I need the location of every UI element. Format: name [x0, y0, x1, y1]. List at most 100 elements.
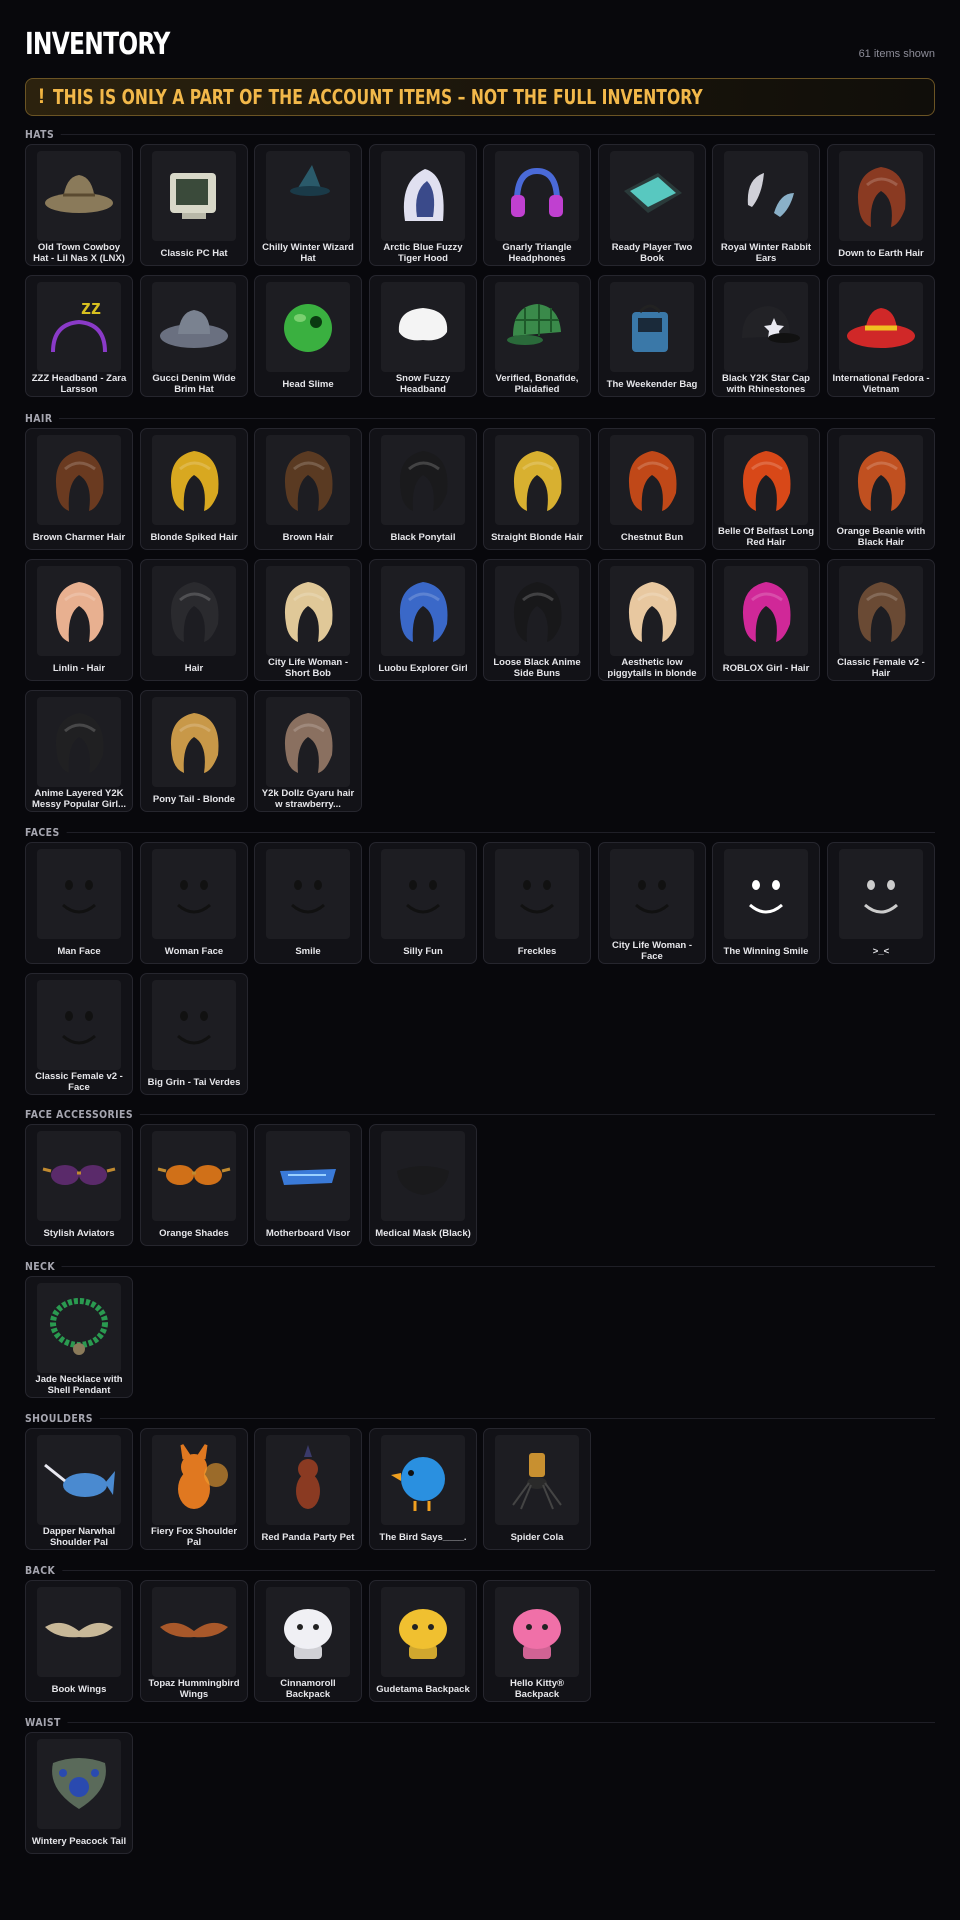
item-card[interactable]: Freckles	[483, 842, 591, 964]
item-card[interactable]: Classic Female v2 - Face	[25, 973, 133, 1095]
item-card[interactable]: Head Slime	[254, 275, 362, 397]
item-card[interactable]: Belle Of Belfast Long Red Hair	[712, 428, 820, 550]
item-card[interactable]: Hair	[140, 559, 248, 681]
item-card[interactable]: zz ZZZ Headband - Zara Larsson	[25, 275, 133, 397]
item-card[interactable]: Classic Female v2 - Hair	[827, 559, 935, 681]
face-icon	[724, 849, 808, 939]
item-card[interactable]: Pony Tail - Blonde	[140, 690, 248, 812]
backpack-icon	[266, 1587, 350, 1677]
item-card[interactable]: Jade Necklace with Shell Pendant	[25, 1276, 133, 1398]
hair-icon	[724, 566, 808, 656]
item-card[interactable]: ROBLOX Girl - Hair	[712, 559, 820, 681]
red-panda-icon	[266, 1435, 350, 1525]
item-card[interactable]: Old Town Cowboy Hat - Lil Nas X (LNX)	[25, 144, 133, 266]
item-card[interactable]: Gucci Denim Wide Brim Hat	[140, 275, 248, 397]
item-name: Hair	[184, 662, 204, 674]
item-name: City Life Woman - Face	[611, 940, 693, 962]
item-card[interactable]: Chestnut Bun	[598, 428, 706, 550]
item-name: Silly Fun	[403, 945, 443, 957]
section-title: NECK	[25, 1260, 62, 1273]
item-card[interactable]: Gnarly Triangle Headphones	[483, 144, 591, 266]
item-card[interactable]: Dapper Narwhal Shoulder Pal	[25, 1428, 133, 1550]
section-title: BACK	[25, 1564, 62, 1577]
item-card[interactable]: Orange Shades	[140, 1124, 248, 1246]
item-card[interactable]: Red Panda Party Pet	[254, 1428, 362, 1550]
item-name: Straight Blonde Hair	[491, 531, 583, 543]
item-card[interactable]: The Winning Smile	[712, 842, 820, 964]
item-card[interactable]: Silly Fun	[369, 842, 477, 964]
item-name: Verified, Bonafide, Plaidafied	[495, 373, 579, 395]
warning-icon: !	[38, 85, 45, 108]
section-divider	[25, 418, 935, 419]
item-name: Black Ponytail	[390, 531, 456, 543]
item-card[interactable]: Arctic Blue Fuzzy Tiger Hood	[369, 144, 477, 266]
item-name: Topaz Hummingbird Wings	[148, 1678, 240, 1700]
item-card[interactable]: Black Y2K Star Cap with Rhinestones	[712, 275, 820, 397]
hair-icon	[266, 435, 350, 525]
item-card[interactable]: Linlin - Hair	[25, 559, 133, 681]
face-icon	[839, 849, 923, 939]
item-card[interactable]: Verified, Bonafide, Plaidafied	[483, 275, 591, 397]
item-card[interactable]: Royal Winter Rabbit Ears	[712, 144, 820, 266]
item-card[interactable]: Stylish Aviators	[25, 1124, 133, 1246]
item-card[interactable]: Gudetama Backpack	[369, 1580, 477, 1702]
item-card[interactable]: >_<	[827, 842, 935, 964]
section-hats: HATS Old Town Cowboy Hat - Lil Nas X (LNX…	[25, 128, 935, 397]
headphones-icon	[495, 151, 579, 241]
item-name: Book Wings	[51, 1683, 107, 1695]
item-card[interactable]: Book Wings	[25, 1580, 133, 1702]
face-icon	[37, 849, 121, 939]
item-name: Wintery Peacock Tail	[31, 1835, 127, 1847]
item-card[interactable]: Chilly Winter Wizard Hat	[254, 144, 362, 266]
item-name: Down to Earth Hair	[838, 247, 924, 259]
item-card[interactable]: Luobu Explorer Girl	[369, 559, 477, 681]
item-card[interactable]: The Weekender Bag	[598, 275, 706, 397]
item-card[interactable]: Straight Blonde Hair	[483, 428, 591, 550]
item-card[interactable]: Woman Face	[140, 842, 248, 964]
item-card[interactable]: City Life Woman - Face	[598, 842, 706, 964]
item-name: Luobu Explorer Girl	[378, 662, 468, 674]
item-card[interactable]: Man Face	[25, 842, 133, 964]
tiger-hood-icon	[381, 151, 465, 241]
hair-icon	[495, 566, 579, 656]
pc-monitor-icon	[152, 151, 236, 241]
item-card[interactable]: Aesthetic low piggytails in blonde	[598, 559, 706, 681]
item-card[interactable]: Y2k Dollz Gyaru hair w strawberry...	[254, 690, 362, 812]
mask-icon	[381, 1131, 465, 1221]
item-card[interactable]: Orange Beanie with Black Hair	[827, 428, 935, 550]
item-card[interactable]: Hello Kitty® Backpack	[483, 1580, 591, 1702]
item-card[interactable]: The Bird Says____.	[369, 1428, 477, 1550]
item-card[interactable]: City Life Woman - Short Bob	[254, 559, 362, 681]
item-card[interactable]: Topaz Hummingbird Wings	[140, 1580, 248, 1702]
item-name: Belle Of Belfast Long Red Hair	[717, 526, 815, 548]
wizard-hat-icon	[266, 151, 350, 241]
item-card[interactable]: Ready Player Two Book	[598, 144, 706, 266]
item-card[interactable]: International Fedora - Vietnam	[827, 275, 935, 397]
item-card[interactable]: Spider Cola	[483, 1428, 591, 1550]
item-card[interactable]: Snow Fuzzy Headband	[369, 275, 477, 397]
section-divider	[25, 134, 935, 135]
item-name: Smile	[295, 945, 321, 957]
section-back: BACK Book Wings Topaz Hummingbird Wings Cin…	[25, 1564, 935, 1702]
item-card[interactable]: Blonde Spiked Hair	[140, 428, 248, 550]
item-card[interactable]: Wintery Peacock Tail	[25, 1732, 133, 1854]
item-card[interactable]: Brown Hair	[254, 428, 362, 550]
item-card[interactable]: Fiery Fox Shoulder Pal	[140, 1428, 248, 1550]
item-name: Y2k Dollz Gyaru hair w strawberry...	[261, 788, 355, 810]
book-icon	[610, 151, 694, 241]
item-card[interactable]: Loose Black Anime Side Buns	[483, 559, 591, 681]
item-card[interactable]: Brown Charmer Hair	[25, 428, 133, 550]
item-card[interactable]: Motherboard Visor	[254, 1124, 362, 1246]
item-name: International Fedora - Vietnam	[832, 373, 930, 395]
item-card[interactable]: Medical Mask (Black)	[369, 1124, 477, 1246]
item-card[interactable]: Down to Earth Hair	[827, 144, 935, 266]
item-card[interactable]: Black Ponytail	[369, 428, 477, 550]
item-card[interactable]: Cinnamoroll Backpack	[254, 1580, 362, 1702]
item-card[interactable]: Classic PC Hat	[140, 144, 248, 266]
fox-icon	[152, 1435, 236, 1525]
section-divider	[25, 1418, 935, 1419]
item-card[interactable]: Anime Layered Y2K Messy Popular Girl...	[25, 690, 133, 812]
item-card[interactable]: Big Grin - Tai Verdes	[140, 973, 248, 1095]
section-shoulders: SHOULDERS Dapper Narwhal Shoulder Pal Fier…	[25, 1412, 935, 1550]
item-card[interactable]: Smile	[254, 842, 362, 964]
